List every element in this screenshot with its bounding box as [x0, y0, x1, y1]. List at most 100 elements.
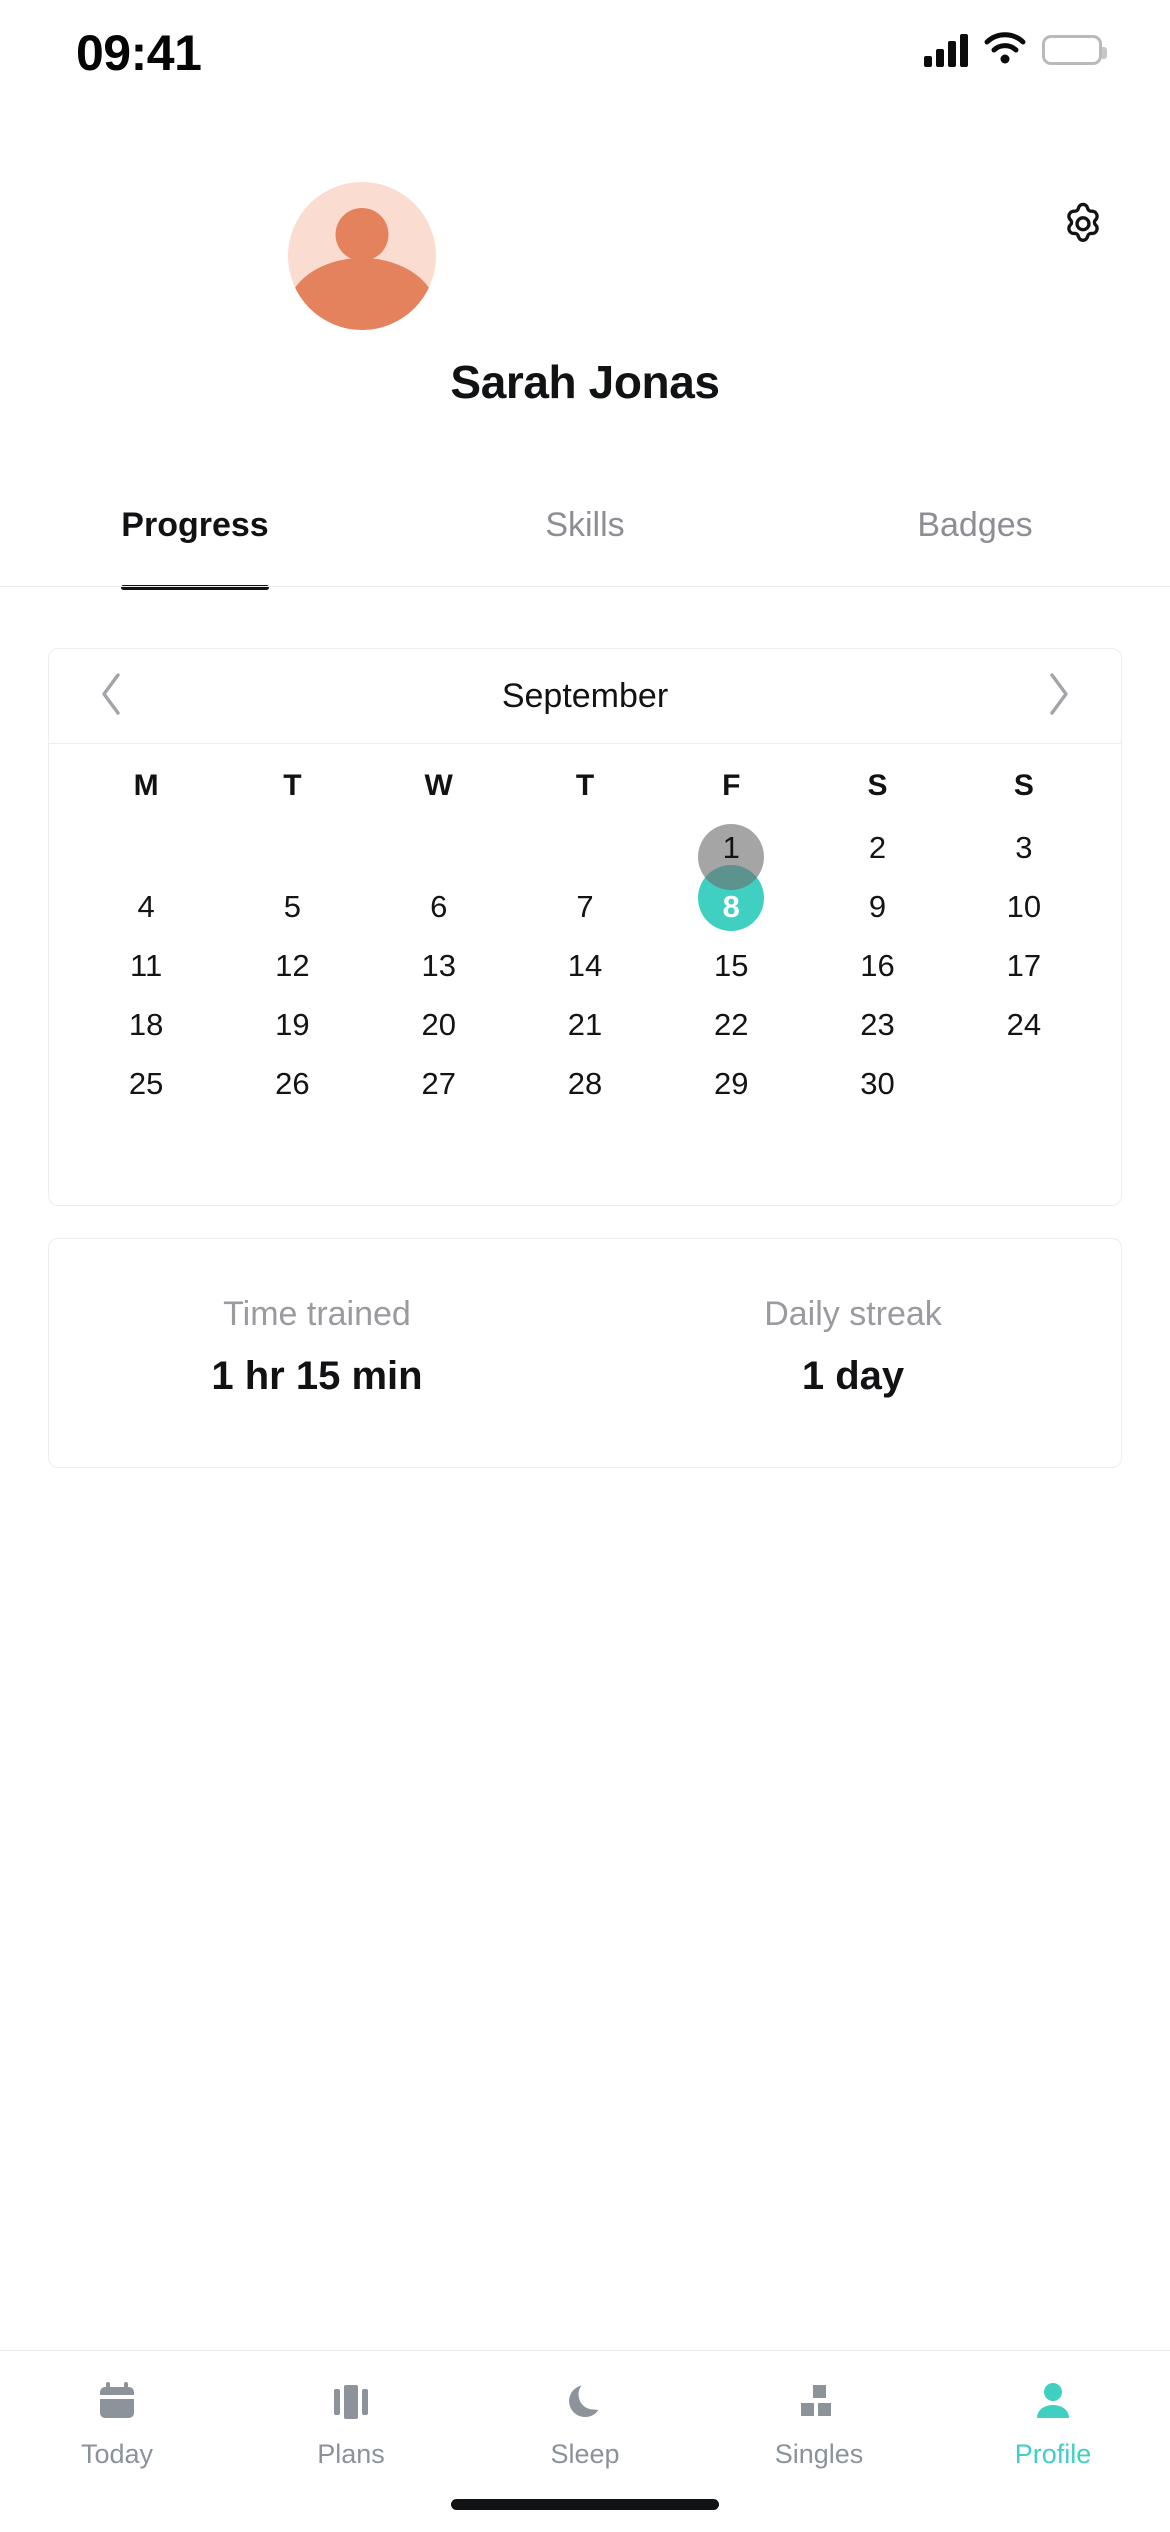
day-cell[interactable]	[366, 818, 512, 877]
day-cell[interactable]	[512, 818, 658, 877]
day-cell[interactable]: 21	[512, 995, 658, 1054]
tab-badges[interactable]: Badges	[780, 500, 1170, 582]
day-number: 2	[868, 829, 887, 865]
calendar-next-button[interactable]	[1011, 649, 1107, 744]
calendar-week-row: 25 26 27 28 29 30	[73, 1054, 1097, 1113]
day-number: 23	[860, 1006, 895, 1042]
day-cell[interactable]: 25	[73, 1054, 219, 1113]
nav-label: Profile	[1014, 2439, 1092, 2469]
day-number: 15	[714, 947, 749, 983]
day-cell[interactable]: 29	[658, 1054, 804, 1113]
status-bar: 09:41	[0, 0, 1170, 100]
day-cell[interactable]: 28	[512, 1054, 658, 1113]
calendar-prev-button[interactable]	[63, 649, 159, 744]
day-number: 28	[567, 1065, 603, 1101]
day-cell[interactable]: 3	[951, 818, 1097, 877]
profile-screen: 09:41 Sarah Jonas Progress Skills Badges…	[0, 0, 1170, 2532]
day-number: 19	[275, 1006, 310, 1042]
day-cell[interactable]	[73, 818, 219, 877]
day-number: 4	[137, 888, 155, 924]
day-cell[interactable]: 9	[804, 877, 950, 936]
day-cell[interactable]: 17	[951, 936, 1097, 995]
status-bar-indicators	[924, 28, 1107, 72]
day-cell[interactable]: 2	[804, 818, 950, 877]
day-cell[interactable]: 10	[951, 877, 1097, 936]
tab-badges-label: Badges	[917, 506, 1033, 544]
day-cell[interactable]: 7	[512, 877, 658, 936]
stats-card: Time trained 1 hr 15 min Daily streak 1 …	[48, 1238, 1122, 1468]
cards-icon	[323, 2377, 379, 2427]
calendar-week-row: 11 12 13 14 15 16 17	[73, 936, 1097, 995]
page-title: Sarah Jonas	[450, 356, 720, 408]
day-cell[interactable]: 6	[366, 877, 512, 936]
home-indicator	[451, 2499, 719, 2510]
tab-progress[interactable]: Progress	[0, 500, 390, 582]
day-cell[interactable]: 19	[219, 995, 365, 1054]
stat-value: 1 day	[801, 1354, 905, 1398]
day-number: 11	[130, 947, 163, 983]
day-number: 30	[860, 1065, 895, 1101]
day-cell[interactable]: 12	[219, 936, 365, 995]
day-cell[interactable]: 13	[366, 936, 512, 995]
day-number: 25	[128, 1065, 164, 1101]
weekday-sat: S	[867, 769, 888, 802]
settings-button[interactable]	[1038, 184, 1128, 274]
status-bar-time: 09:41	[76, 25, 202, 81]
day-cell[interactable]: 27	[366, 1054, 512, 1113]
weekday-mon: M	[133, 769, 159, 802]
wifi-icon	[984, 31, 1026, 69]
person-icon	[1025, 2377, 1081, 2427]
day-number: 3	[1015, 829, 1033, 865]
nav-item-profile[interactable]: Profile	[936, 2377, 1170, 2470]
day-number: 24	[1006, 1006, 1042, 1042]
day-cell[interactable]: 23	[804, 995, 950, 1054]
day-number: 16	[860, 947, 895, 983]
day-cell[interactable]: 4	[73, 877, 219, 936]
tab-skills[interactable]: Skills	[390, 500, 780, 582]
day-cell[interactable]	[219, 818, 365, 877]
day-cell[interactable]: 26	[219, 1054, 365, 1113]
day-cell[interactable]: 24	[951, 995, 1097, 1054]
day-number: 18	[128, 1006, 164, 1042]
day-number: 27	[421, 1065, 456, 1101]
day-number: 9	[868, 888, 887, 924]
avatar-person-icon	[335, 208, 389, 261]
day-cell[interactable]: 18	[73, 995, 219, 1054]
day-cell[interactable]: 5	[219, 877, 365, 936]
day-cell[interactable]: 16	[804, 936, 950, 995]
day-number: 17	[1006, 947, 1042, 983]
day-cell[interactable]: 15	[658, 936, 804, 995]
day-cell[interactable]	[951, 1054, 1097, 1113]
calendar-week-row: 4 5 6 7 8 9 10	[73, 865, 1097, 936]
day-cell[interactable]: 14	[512, 936, 658, 995]
weekday-thu: T	[575, 769, 595, 802]
stat-daily-streak: Daily streak 1 day	[585, 1295, 1121, 1469]
day-cell[interactable]: 20	[366, 995, 512, 1054]
nav-item-singles[interactable]: Singles	[702, 2377, 936, 2470]
day-number: 7	[576, 888, 594, 924]
profile-tabs: Progress Skills Badges	[0, 500, 1170, 582]
gear-icon	[1052, 196, 1114, 263]
day-number: 12	[275, 947, 310, 983]
nav-label: Plans	[317, 2439, 385, 2469]
day-number: 22	[714, 1006, 749, 1042]
stat-value: 1 hr 15 min	[211, 1354, 423, 1398]
moon-icon	[557, 2377, 613, 2427]
day-number: 13	[421, 947, 456, 983]
avatar-person-body	[288, 258, 436, 330]
nav-item-today[interactable]: Today	[0, 2377, 234, 2470]
chevron-left-icon	[97, 671, 125, 722]
avatar[interactable]	[288, 182, 436, 330]
day-cell[interactable]: 11	[73, 936, 219, 995]
day-number: 10	[1006, 888, 1042, 924]
day-cell-marked-gray[interactable]: 1	[658, 818, 804, 890]
nav-item-sleep[interactable]: Sleep	[468, 2377, 702, 2470]
day-cell[interactable]: 22	[658, 995, 804, 1054]
stat-time-trained: Time trained 1 hr 15 min	[49, 1295, 585, 1469]
tab-progress-label: Progress	[121, 506, 269, 544]
nav-item-plans[interactable]: Plans	[234, 2377, 468, 2470]
stat-label: Time trained	[223, 1295, 411, 1333]
cellular-signal-icon	[924, 33, 968, 67]
day-cell[interactable]: 30	[804, 1054, 950, 1113]
weekday-wed: W	[424, 769, 453, 802]
